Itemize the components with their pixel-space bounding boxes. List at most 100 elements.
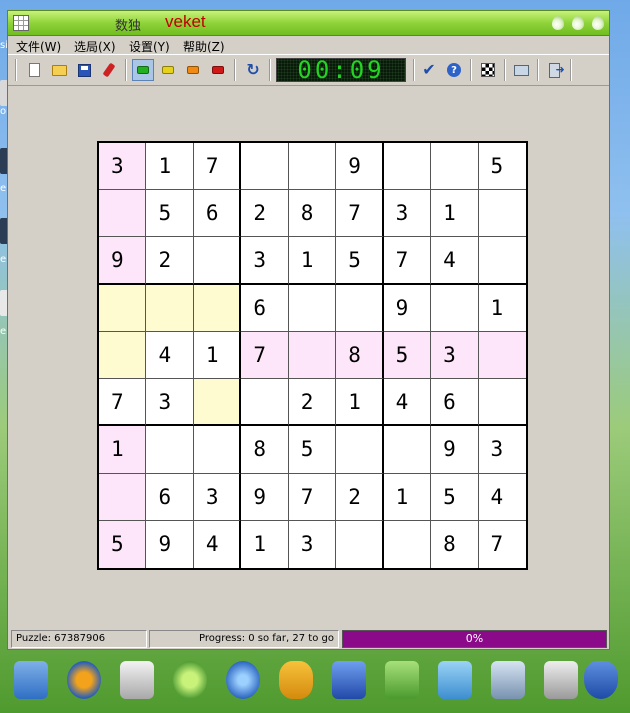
sudoku-cell[interactable]: 4 [194,520,242,568]
sudoku-cell[interactable] [431,143,479,191]
sudoku-cell[interactable]: 4 [478,474,526,521]
sudoku-cell[interactable] [99,331,147,380]
sudoku-cell[interactable]: 9 [241,473,289,521]
sudoku-cell[interactable]: 9 [336,143,384,191]
sudoku-cell[interactable]: 3 [431,331,479,380]
save-button[interactable] [73,59,95,81]
package-box-icon[interactable] [385,661,419,699]
sudoku-cell[interactable]: 5 [288,426,337,474]
sudoku-cell[interactable]: 7 [479,521,526,568]
sudoku-cell[interactable] [478,237,526,285]
orange-marker-button[interactable] [182,59,204,81]
network-globe-icon[interactable] [226,661,260,699]
sudoku-cell[interactable]: 1 [383,473,432,521]
sudoku-cell[interactable]: 9 [146,520,194,568]
check-button[interactable]: ✔ [418,59,440,81]
sudoku-cell[interactable]: 5 [478,143,526,191]
sudoku-cell[interactable]: 7 [383,237,432,285]
sudoku-cell[interactable]: 1 [99,426,147,474]
music-player-icon[interactable] [173,661,207,699]
sudoku-cell[interactable]: 3 [146,379,194,427]
sudoku-cell[interactable] [383,426,432,474]
sudoku-cell[interactable]: 9 [431,426,479,474]
app-grid-icon[interactable] [13,15,29,31]
solve-button[interactable] [477,59,499,81]
user-picture-icon[interactable] [438,661,472,699]
print-button[interactable] [510,59,532,81]
redo-button[interactable]: ↻ [242,59,264,81]
sudoku-cell[interactable]: 8 [288,190,337,238]
sudoku-cell[interactable]: 3 [99,143,147,191]
sudoku-cell[interactable]: 3 [241,237,289,285]
sudoku-cell[interactable]: 1 [193,331,242,380]
sudoku-cell[interactable]: 7 [193,143,242,191]
sudoku-cell[interactable]: 5 [99,520,147,568]
sudoku-cell[interactable] [146,426,194,474]
running-man-icon[interactable] [279,661,313,699]
sudoku-cell[interactable]: 4 [146,331,194,380]
sudoku-cell[interactable]: 1 [241,520,289,568]
sudoku-cell[interactable]: 4 [431,237,479,285]
sudoku-cell[interactable] [193,426,242,474]
file-manager-icon[interactable] [332,661,366,699]
sudoku-cell[interactable]: 1 [146,143,194,191]
computer-icon[interactable] [14,661,48,699]
menu-game[interactable]: 选局(X) [74,38,116,55]
sudoku-cell[interactable]: 3 [193,473,242,521]
sudoku-cell[interactable]: 1 [478,285,526,332]
sudoku-cell[interactable] [146,284,194,332]
sudoku-cell[interactable]: 5 [383,331,432,380]
sudoku-cell[interactable] [336,284,384,332]
sudoku-cell[interactable]: 7 [336,190,384,238]
sudoku-cell[interactable] [336,426,384,474]
title-bar[interactable]: 数独 veket [8,11,609,36]
help-shield-icon[interactable] [584,661,618,699]
sudoku-cell[interactable] [383,143,432,191]
terminal-icon[interactable] [544,661,578,699]
green-marker-button[interactable] [132,59,154,81]
sudoku-cell[interactable] [384,520,432,568]
sudoku-cell[interactable] [241,143,289,191]
sudoku-cell[interactable]: 9 [99,237,147,285]
sudoku-cell[interactable]: 6 [241,284,289,332]
exit-button[interactable] [543,59,565,81]
sudoku-cell[interactable]: 6 [431,379,479,427]
clear-button[interactable] [98,59,120,81]
sudoku-cell[interactable] [478,190,526,238]
sudoku-cell[interactable]: 1 [336,379,384,427]
sudoku-cell[interactable] [193,284,242,332]
sudoku-cell[interactable]: 5 [146,190,194,238]
yellow-marker-button[interactable] [157,59,179,81]
sudoku-cell[interactable]: 8 [241,426,289,474]
sudoku-cell[interactable] [478,331,526,380]
sudoku-cell[interactable] [99,473,147,521]
sudoku-cell[interactable] [431,284,479,332]
close-icon[interactable] [592,16,604,30]
sudoku-cell[interactable]: 2 [288,379,337,427]
sudoku-cell[interactable] [99,284,147,332]
sudoku-cell[interactable]: 8 [336,331,384,380]
sudoku-cell[interactable]: 7 [288,473,337,521]
sudoku-cell[interactable] [288,143,337,191]
menu-settings[interactable]: 设置(Y) [129,38,170,55]
red-marker-button[interactable] [207,59,229,81]
open-button[interactable] [48,59,70,81]
sudoku-cell[interactable]: 1 [288,237,337,285]
sudoku-cell[interactable] [193,237,242,285]
sudoku-cell[interactable]: 1 [431,190,479,238]
sudoku-cell[interactable] [336,520,384,568]
sudoku-cell[interactable] [288,331,337,380]
maximize-icon[interactable] [572,16,584,30]
help-button[interactable]: ? [443,59,465,81]
browser-fox-icon[interactable] [67,661,101,699]
sudoku-cell[interactable]: 7 [241,331,289,380]
document-writer-icon[interactable] [120,661,154,699]
sudoku-cell[interactable] [478,379,526,427]
sudoku-cell[interactable]: 2 [336,473,384,521]
minimize-icon[interactable] [552,16,564,30]
sudoku-cell[interactable] [288,284,337,332]
sudoku-cell[interactable]: 4 [383,379,432,427]
sudoku-cell[interactable]: 3 [383,190,432,238]
sudoku-cell[interactable]: 6 [146,473,194,521]
sudoku-cell[interactable]: 3 [478,426,526,474]
